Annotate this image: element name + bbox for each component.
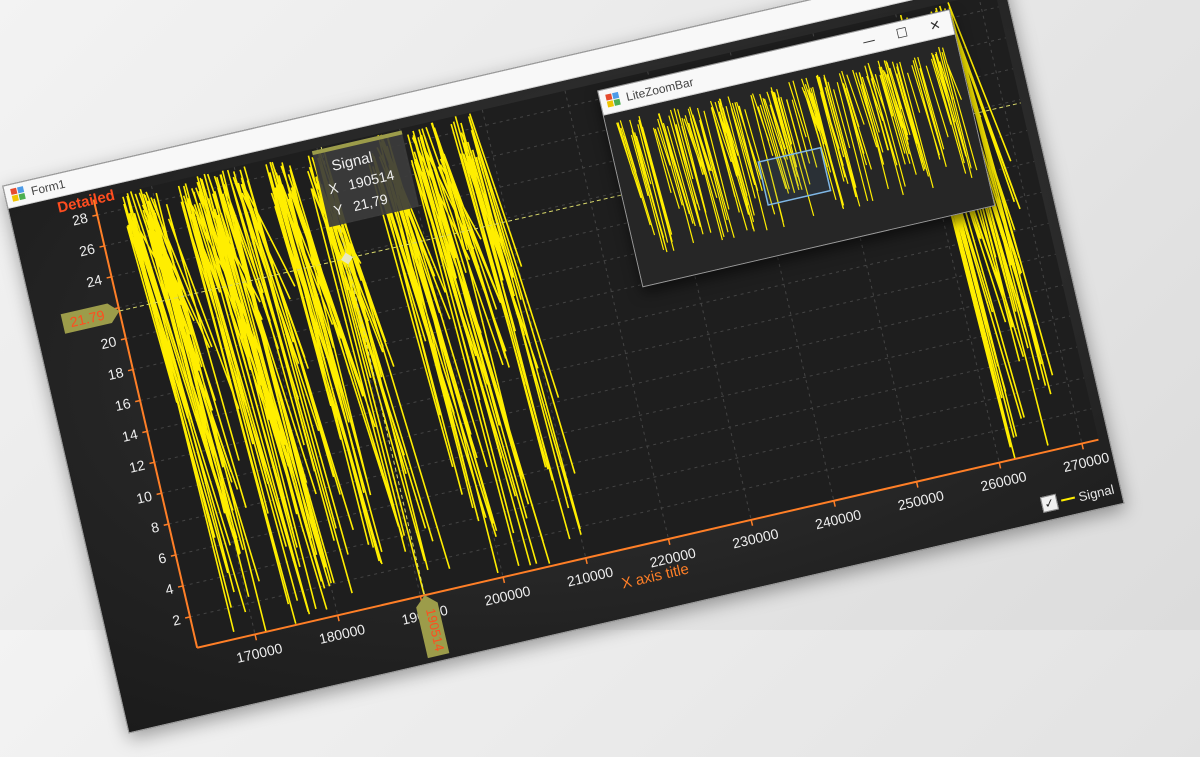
x-tick-label: 210000 bbox=[566, 563, 615, 589]
x-tick-mark bbox=[1081, 443, 1084, 450]
main-window-title: Form1 bbox=[29, 176, 67, 199]
legend-swatch bbox=[1060, 496, 1075, 502]
y-tick-label: 4 bbox=[164, 580, 175, 597]
y-tick-label: 12 bbox=[128, 457, 147, 476]
screenshot-stage: Form1 — ☐ ✕ Detailed 2468101214161820222… bbox=[0, 0, 1200, 757]
x-tick-mark bbox=[750, 519, 754, 526]
zoom-maximize-button[interactable]: ☐ bbox=[884, 22, 921, 44]
zoom-app-icon bbox=[605, 91, 622, 109]
x-tick-label: 180000 bbox=[317, 621, 366, 647]
x-tick-mark bbox=[915, 481, 919, 488]
x-tick-label: 200000 bbox=[483, 583, 532, 609]
x-tick-mark bbox=[336, 615, 340, 622]
zoom-close-button[interactable]: ✕ bbox=[917, 15, 954, 37]
x-tick-mark bbox=[667, 538, 671, 545]
app-icon bbox=[10, 186, 27, 203]
y-tick-label: 16 bbox=[113, 395, 132, 414]
y-tick-label: 26 bbox=[78, 240, 97, 259]
x-tick-label: 250000 bbox=[896, 487, 945, 513]
x-tick-label: 170000 bbox=[235, 640, 284, 666]
x-tick-mark bbox=[502, 576, 506, 584]
x-tick-label: 240000 bbox=[814, 506, 863, 532]
x-tick-label: 260000 bbox=[979, 468, 1028, 494]
y-tick-label: 24 bbox=[85, 271, 104, 290]
x-tick-mark bbox=[998, 462, 1002, 469]
zoom-viewport-rect[interactable] bbox=[757, 146, 832, 206]
y-tick-label: 2 bbox=[171, 611, 182, 628]
x-tick-label: 270000 bbox=[1062, 449, 1111, 475]
x-tick-mark bbox=[585, 557, 588, 565]
main-window: Form1 — ☐ ✕ Detailed 2468101214161820222… bbox=[2, 0, 1125, 734]
x-tick-mark bbox=[254, 634, 258, 641]
y-tick-label: 20 bbox=[99, 333, 118, 352]
x-tick-mark bbox=[833, 500, 836, 507]
y-tick-label: 14 bbox=[120, 426, 139, 445]
y-axis-marker-value: 21.79 bbox=[68, 307, 106, 331]
zoom-minimize-button[interactable]: — bbox=[851, 30, 888, 52]
y-tick-label: 8 bbox=[149, 519, 160, 536]
y-tick-label: 10 bbox=[135, 488, 154, 507]
y-tick-label: 18 bbox=[106, 364, 125, 383]
x-tick-label: 230000 bbox=[731, 525, 780, 551]
y-tick-label: 6 bbox=[157, 549, 168, 566]
